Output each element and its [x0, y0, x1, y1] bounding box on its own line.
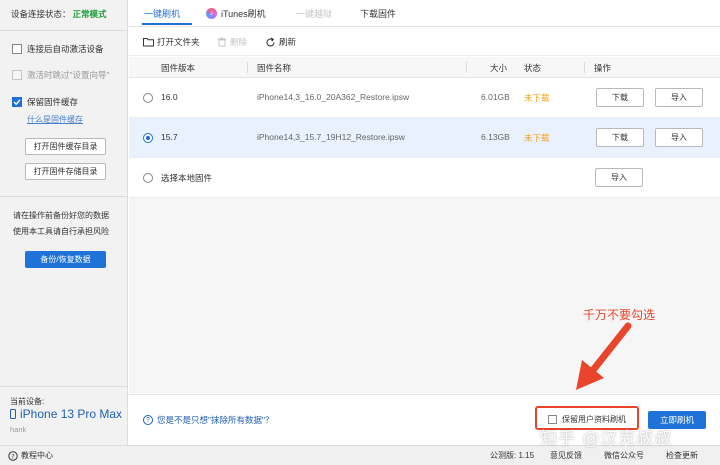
download-button[interactable]: 下载: [596, 88, 644, 107]
sidebar-divider: [0, 196, 128, 197]
firmware-name: iPhone14,3_15.7_19H12_Restore.ipsw: [257, 132, 405, 142]
current-device-label: 当前设备:: [10, 397, 45, 406]
local-firmware-radio[interactable]: [143, 173, 153, 183]
header-separator: [466, 62, 467, 73]
firmware-name: iPhone14,3_16.0_20A362_Restore.ipsw: [257, 92, 410, 102]
question-icon: ?: [143, 415, 153, 425]
sidebar: 设备连接状态： 正常模式 连接后自动激活设备 激活时跳过"设置向导" 保留固件缓存…: [0, 0, 128, 445]
import-local-button[interactable]: 导入: [595, 168, 643, 187]
backup-restore-button[interactable]: 备份/恢复数据: [25, 251, 106, 268]
firmware-version: 16.0: [161, 92, 178, 102]
toolbar: 打开文件夹 删除 刷新: [129, 28, 720, 56]
active-tab-indicator: [142, 23, 192, 25]
header-name: 固件名称: [257, 63, 292, 73]
tutorial-center-link[interactable]: ? 教程中心: [8, 450, 53, 461]
firmware-table-header: 固件版本 固件名称 大小 状态 操作: [129, 57, 720, 78]
tab-jailbreak: 一键越狱: [296, 7, 332, 20]
firmware-version: 15.7: [161, 132, 178, 142]
feedback-link[interactable]: 意见反馈: [550, 450, 582, 461]
refresh-button[interactable]: 刷新: [265, 36, 296, 48]
header-separator: [247, 62, 248, 73]
tab-one-click-flash-label: 一键刷机: [144, 9, 181, 19]
check-icon: [13, 99, 21, 106]
sidebar-divider: [0, 30, 128, 31]
version-label: 公测版: 1.15: [490, 451, 535, 460]
firmware-radio[interactable]: [143, 93, 153, 103]
tab-bar: 一键刷机 ♪ iTunes刷机 一键越狱 下载固件: [129, 0, 720, 27]
table-row[interactable]: 16.0 iPhone14,3_16.0_20A362_Restore.ipsw…: [129, 78, 720, 118]
tab-one-click-flash[interactable]: 一键刷机: [144, 7, 180, 20]
header-action: 操作: [594, 63, 612, 73]
device-user: hank: [10, 425, 27, 434]
annotation-arrow-icon: [576, 322, 632, 390]
device-name: iPhone 13 Pro Max: [10, 407, 122, 421]
open-store-dir-button[interactable]: 打开固件存储目录: [25, 163, 106, 180]
folder-icon: [143, 38, 154, 47]
connection-status-label: 设备连接状态：: [11, 9, 71, 19]
connection-status-value: 正常模式: [72, 9, 107, 19]
table-row[interactable]: 15.7 iPhone14,3_15.7_19H12_Restore.ipsw …: [129, 118, 720, 158]
erase-data-help-text: 您是不是只想"抹除所有数据"？: [157, 415, 274, 425]
keep-data-checkbox[interactable]: [548, 415, 557, 424]
tab-jailbreak-label: 一键越狱: [296, 9, 333, 19]
zhihu-watermark: 知乎 @汉克叔叔: [540, 429, 673, 449]
warning-text-1: 请在操作前备份好您的数据: [13, 211, 109, 220]
cache-help-link[interactable]: 什么是固件缓存: [27, 114, 83, 125]
header-version: 固件版本: [161, 63, 196, 73]
keep-cache-option[interactable]: 保留固件缓存: [12, 96, 78, 108]
connection-status: 设备连接状态： 正常模式: [11, 8, 107, 20]
keep-cache-label: 保留固件缓存: [27, 97, 79, 107]
tab-itunes-flash-label: iTunes刷机: [221, 9, 266, 19]
tab-download-firmware-label: 下载固件: [360, 9, 397, 19]
skip-setup-label: 激活时跳过"设置向导": [27, 70, 110, 80]
refresh-label: 刷新: [279, 37, 297, 47]
skip-setup-checkbox: [12, 70, 22, 80]
device-name-text: iPhone 13 Pro Max: [20, 407, 123, 421]
header-size: 大小: [490, 63, 508, 73]
tutorial-center-label: 教程中心: [21, 451, 53, 460]
delete-label: 删除: [230, 37, 248, 47]
annotation-text: 千万不要勾选: [583, 308, 656, 322]
tab-download-firmware[interactable]: 下载固件: [360, 7, 396, 20]
local-firmware-row[interactable]: 选择本地固件 导入: [129, 158, 720, 198]
sidebar-divider: [0, 386, 128, 387]
auto-activate-label: 连接后自动激活设备: [27, 44, 104, 54]
skip-setup-option: 激活时跳过"设置向导": [12, 69, 110, 81]
firmware-status: 未下载: [524, 133, 550, 143]
download-button[interactable]: 下载: [596, 128, 644, 147]
itunes-icon: ♪: [206, 8, 217, 19]
import-button[interactable]: 导入: [655, 128, 703, 147]
refresh-icon: [266, 37, 275, 46]
phone-icon: [10, 409, 16, 419]
open-cache-dir-button[interactable]: 打开固件缓存目录: [25, 138, 106, 155]
open-folder-button[interactable]: 打开文件夹: [143, 36, 200, 48]
keep-cache-checkbox[interactable]: [12, 97, 22, 107]
firmware-status: 未下载: [524, 93, 550, 103]
firmware-size: 6.13GB: [481, 132, 510, 142]
erase-data-help-link[interactable]: ? 您是不是只想"抹除所有数据"？: [143, 414, 274, 426]
firmware-size: 6.01GB: [481, 92, 510, 102]
wechat-link[interactable]: 微信公众号: [604, 450, 644, 461]
import-button[interactable]: 导入: [655, 88, 703, 107]
header-separator: [584, 62, 585, 73]
help-circle-icon: ?: [8, 450, 18, 461]
svg-text:?: ?: [11, 452, 14, 460]
header-status: 状态: [524, 63, 542, 73]
trash-icon: [218, 37, 226, 47]
tab-itunes-flash[interactable]: ♪ iTunes刷机: [206, 7, 266, 20]
open-folder-label: 打开文件夹: [157, 37, 200, 47]
warning-text-2: 使用本工具请自行承担风险: [13, 227, 109, 236]
firmware-radio[interactable]: [143, 133, 153, 143]
auto-activate-option[interactable]: 连接后自动激活设备: [12, 43, 104, 55]
auto-activate-checkbox[interactable]: [12, 44, 22, 54]
local-firmware-label: 选择本地固件: [161, 173, 213, 183]
check-update-link[interactable]: 检查更新: [666, 450, 698, 461]
delete-button: 删除: [217, 36, 247, 48]
